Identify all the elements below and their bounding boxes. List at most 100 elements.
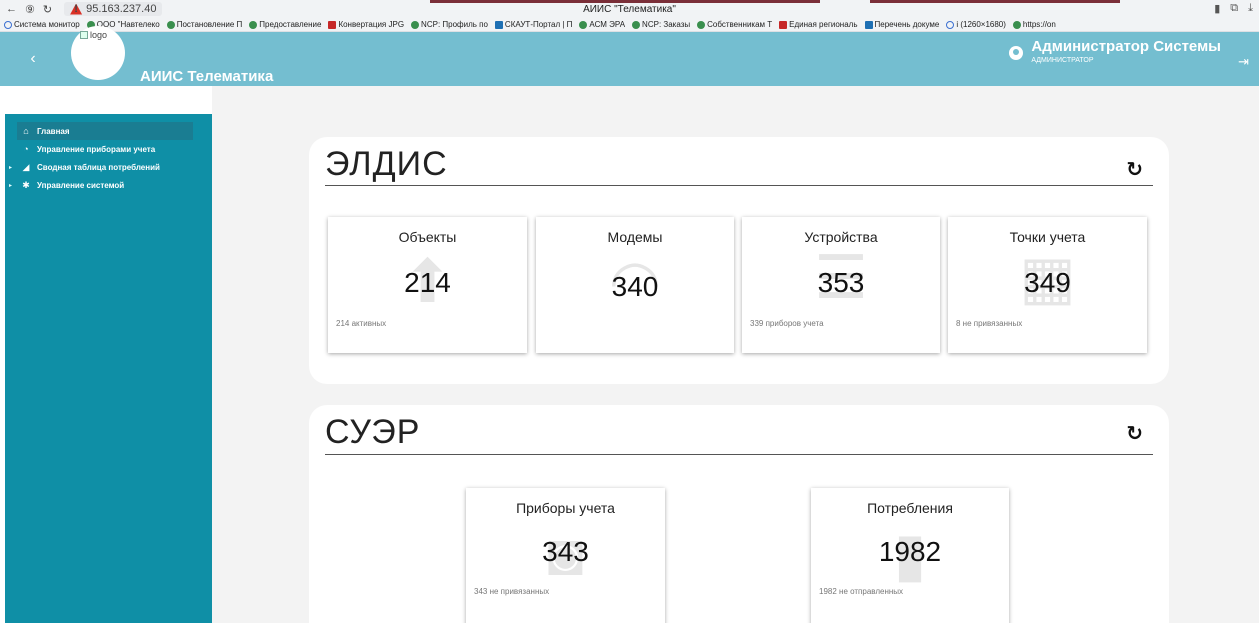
card-label: Объекты xyxy=(398,229,457,245)
card-modems[interactable]: ◠ Модемы 340 xyxy=(536,217,734,353)
bookmark-item[interactable]: Предоставление xyxy=(249,20,321,29)
card-subtext: 339 приборов учета xyxy=(750,319,824,328)
bookmark-favicon-icon xyxy=(1012,20,1021,29)
sidebar: ⌂ Главная ◔ Управление приборами учета ▸… xyxy=(5,114,212,623)
gear-icon: ✱ xyxy=(22,179,30,190)
bookmark-favicon-icon xyxy=(946,20,955,29)
bookmark-item[interactable]: Единая региональ xyxy=(779,20,858,29)
download-icon[interactable]: ⤓ xyxy=(1248,2,1253,15)
bookmark-favicon-icon xyxy=(864,20,873,29)
reload-icon[interactable]: ↻ xyxy=(43,3,52,16)
card-subtext: 214 активных xyxy=(336,319,387,328)
card-meters[interactable]: ◙ Приборы учета 343 343 не привязанных xyxy=(466,488,665,623)
window-title: АИИС "Телематика" xyxy=(583,3,676,15)
card-metering-points[interactable]: ▦ Точки учета 349 8 не привязанных xyxy=(948,217,1147,353)
bookmark-favicon-icon xyxy=(411,20,420,29)
logo-broken-image: logo xyxy=(80,30,107,40)
bookmark-item[interactable]: Система монитор xyxy=(4,20,80,29)
card-devices[interactable]: ☰ Устройства 353 339 приборов учета xyxy=(742,217,940,353)
bookmark-favicon-icon xyxy=(166,20,175,29)
card-subtext: 343 не привязанных xyxy=(474,587,550,596)
yandex-icon[interactable]: ⑨ xyxy=(25,3,35,16)
bookmark-label: Система монитор xyxy=(14,20,80,29)
signal-icon: ◢ xyxy=(22,161,30,172)
user-menu[interactable]: Администратор Системы АДМИНИСТРАТОР xyxy=(1009,38,1221,64)
card-consumption[interactable]: ▮ Потребления 1982 1982 не отправленных xyxy=(811,488,1009,623)
sidebar-item-meters[interactable]: ◔ Управление приборами учета xyxy=(5,140,212,158)
bookmark-label: https://on xyxy=(1022,20,1056,29)
card-subtext: 1982 не отправленных xyxy=(819,587,904,596)
card-objects[interactable]: ⬆ Объекты 214 214 активных xyxy=(328,217,527,353)
tab-accent-left xyxy=(430,0,820,3)
bookmark-icon[interactable]: ▮ xyxy=(1214,2,1220,15)
bookmark-label: Единая региональ xyxy=(789,20,858,29)
url-text[interactable]: 95.163.237.40 xyxy=(86,3,156,15)
collapse-chevron-icon[interactable]: ‹ xyxy=(18,50,48,68)
bookmark-item[interactable]: NCP: Профиль по xyxy=(411,20,488,29)
divider xyxy=(325,185,1153,186)
expand-caret-icon: ▸ xyxy=(9,164,13,171)
bookmark-item[interactable]: СКАУТ-Портал | П xyxy=(494,20,573,29)
card-value: 340 xyxy=(611,271,659,302)
browser-actions: ▮ ⧉ ⤓ xyxy=(1214,2,1253,15)
bookmark-favicon-icon xyxy=(249,20,258,29)
panel-title: ЭЛДИС xyxy=(325,145,448,183)
card-label: Модемы xyxy=(607,229,663,245)
app-title: АИИС Телематика xyxy=(140,68,274,85)
home-icon: ⌂ xyxy=(23,126,29,136)
browser-toolbar: ← ⑨ ↻ ! 95.163.237.40 АИИС "Телематика" … xyxy=(0,0,1259,18)
tabs-icon[interactable]: ⧉ xyxy=(1230,2,1238,15)
bookmark-favicon-icon xyxy=(328,20,337,29)
bookmark-label: NCP: Профиль по xyxy=(421,20,488,29)
bookmark-item[interactable]: Собственникам Т xyxy=(697,20,772,29)
refresh-icon[interactable]: ↻ xyxy=(1126,421,1143,446)
bookmark-favicon-icon xyxy=(779,20,788,29)
sidebar-item-label: Управление приборами учета xyxy=(37,144,156,154)
user-icon xyxy=(1009,46,1024,60)
card-value: 349 xyxy=(1024,267,1071,298)
bookmark-label: Перечень докуме xyxy=(874,20,940,29)
card-label: Потребления xyxy=(867,500,953,516)
sidebar-item-label: Сводная таблица потреблений xyxy=(37,162,160,172)
panel-title: СУЭР xyxy=(325,413,421,451)
bookmark-label: АСМ ЭРА xyxy=(589,20,626,29)
suer-panel: СУЭР ↻ xyxy=(309,405,1169,623)
user-role: АДМИНИСТРАТОР xyxy=(1031,57,1094,64)
bookmark-item[interactable]: АСМ ЭРА xyxy=(579,20,625,29)
sidebar-item-label: Управление системой xyxy=(37,180,125,190)
browser-nav: ← ⑨ ↻ ! 95.163.237.40 xyxy=(0,2,163,16)
broken-image-icon xyxy=(80,31,88,39)
bookmark-item[interactable]: Конвертация JPG xyxy=(328,20,404,29)
logo-alt-text: logo xyxy=(90,30,108,40)
sidebar-item-system[interactable]: ▸ ✱ Управление системой xyxy=(5,176,212,194)
bookmark-item[interactable]: NCP: Заказы xyxy=(632,20,690,29)
card-label: Точки учета xyxy=(1009,229,1086,245)
bookmark-label: NCP: Заказы xyxy=(642,20,691,29)
bookmark-favicon-icon xyxy=(4,20,12,29)
bookmark-label: Постановление П xyxy=(176,20,243,29)
gauge-icon: ◔ xyxy=(23,144,29,154)
bookmarks-bar: Система монитор ООО "Навтелеко Постановлен… xyxy=(0,18,1259,32)
sidebar-item-home[interactable]: ⌂ Главная xyxy=(17,122,193,140)
card-label: Приборы учета xyxy=(516,500,615,516)
bookmark-item[interactable]: i (1260×1680) xyxy=(946,20,1006,29)
expand-caret-icon: ▸ xyxy=(9,182,13,189)
address-bar[interactable]: ! 95.163.237.40 xyxy=(64,2,163,16)
bookmark-item[interactable]: Перечень докуме xyxy=(864,20,940,29)
bookmark-item[interactable]: Постановление П xyxy=(166,20,243,29)
logout-icon[interactable]: ⇥ xyxy=(1238,54,1249,70)
card-subtext: 8 не привязанных xyxy=(956,319,1023,328)
bookmark-favicon-icon xyxy=(632,20,641,29)
back-arrow-icon[interactable]: ← xyxy=(6,3,17,15)
bookmark-label: СКАУТ-Портал | П xyxy=(504,20,573,29)
tab-accent-right xyxy=(870,0,1120,3)
sidebar-item-label: Главная xyxy=(37,126,70,136)
divider xyxy=(325,454,1153,455)
sidebar-item-consumption[interactable]: ▸ ◢ Сводная таблица потреблений xyxy=(5,158,212,176)
bookmark-favicon-icon xyxy=(494,20,503,29)
bookmark-label: Предоставление xyxy=(259,20,322,29)
bookmark-favicon-icon xyxy=(697,20,706,29)
card-value: 343 xyxy=(542,536,589,567)
bookmark-item[interactable]: https://on xyxy=(1012,20,1056,29)
refresh-icon[interactable]: ↻ xyxy=(1126,157,1143,182)
